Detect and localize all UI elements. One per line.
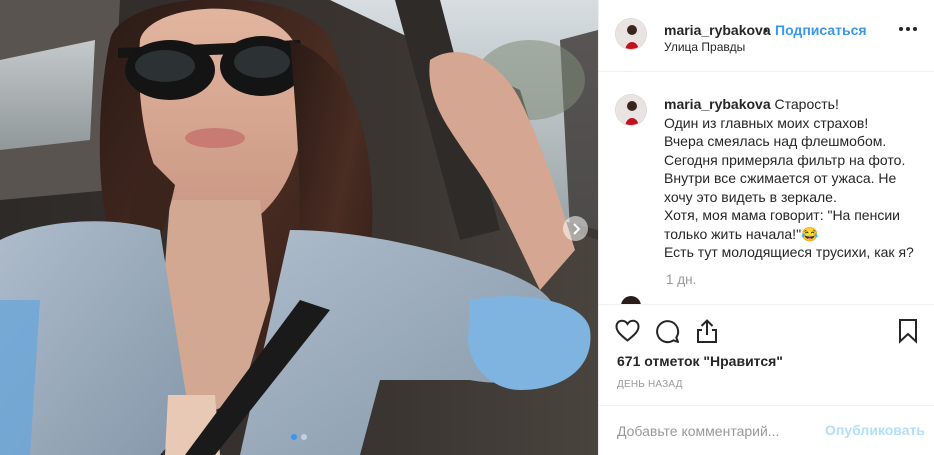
- like-button[interactable]: [615, 319, 640, 348]
- post-photo[interactable]: [0, 0, 598, 455]
- share-button[interactable]: [696, 318, 718, 349]
- post-header: maria_rybakova • Подписаться Улица Правд…: [599, 0, 934, 72]
- caption-line: Старость!: [774, 96, 839, 112]
- save-button[interactable]: [898, 318, 918, 349]
- caption-timestamp[interactable]: 1 дн.: [666, 272, 696, 287]
- caption-line: хочу это видеть в зеркале.: [664, 188, 837, 205]
- comments-section: maria_rybakova Старость! Один из главных…: [599, 72, 934, 304]
- carousel-dot-active: [291, 434, 297, 440]
- more-options-icon[interactable]: [899, 27, 917, 31]
- publish-button[interactable]: Опубликовать: [825, 422, 925, 438]
- caption-line: Вчера смеялась над флешмобом.: [664, 133, 887, 149]
- post-caption: maria_rybakova Старость! Один из главных…: [664, 95, 914, 262]
- post-date[interactable]: День назад: [617, 379, 683, 390]
- caption-line: Один из главных моих страхов!: [664, 114, 869, 131]
- caption-username[interactable]: maria_rybakova: [664, 96, 771, 112]
- caption-avatar[interactable]: [615, 94, 647, 126]
- selfie-image: [0, 0, 598, 455]
- comment-input[interactable]: [617, 420, 817, 442]
- bookmark-icon: [899, 319, 917, 344]
- comment-icon: [656, 320, 680, 344]
- comment-button[interactable]: [655, 319, 680, 349]
- carousel-indicator: [291, 434, 307, 440]
- caption-line: Внутри все сжимается от ужаса. Не: [664, 170, 897, 186]
- caption-line: Хотя, моя мама говорит: "На пенсии: [664, 207, 900, 223]
- avatar-image: [616, 19, 646, 49]
- carousel-dot: [301, 434, 307, 440]
- next-slide-button[interactable]: [563, 216, 588, 241]
- caption-line: Сегодня примеряла фильтр на фото.: [664, 151, 906, 168]
- share-icon: [697, 319, 717, 343]
- post-side-panel: maria_rybakova • Подписаться Улица Правд…: [598, 0, 934, 455]
- separator-bullet: •: [763, 22, 768, 38]
- next-comment-avatar[interactable]: [621, 296, 641, 304]
- caption-line: только жить начала!"😂: [664, 225, 819, 242]
- avatar[interactable]: [615, 18, 647, 50]
- header-username[interactable]: maria_rybakova: [664, 22, 771, 38]
- avatar-image: [616, 95, 646, 125]
- add-comment-form: Опубликовать: [599, 405, 934, 455]
- caption-line: Есть тут молодящиеся трусихи, как я?: [664, 244, 914, 260]
- likes-count[interactable]: 671 отметок "Нравится": [617, 353, 783, 369]
- post-actions: 671 отметок "Нравится" День назад: [599, 304, 934, 404]
- chevron-right-icon: [572, 222, 580, 235]
- heart-icon: [615, 319, 640, 342]
- follow-button[interactable]: Подписаться: [775, 22, 867, 38]
- location-link[interactable]: Улица Правды: [664, 40, 745, 54]
